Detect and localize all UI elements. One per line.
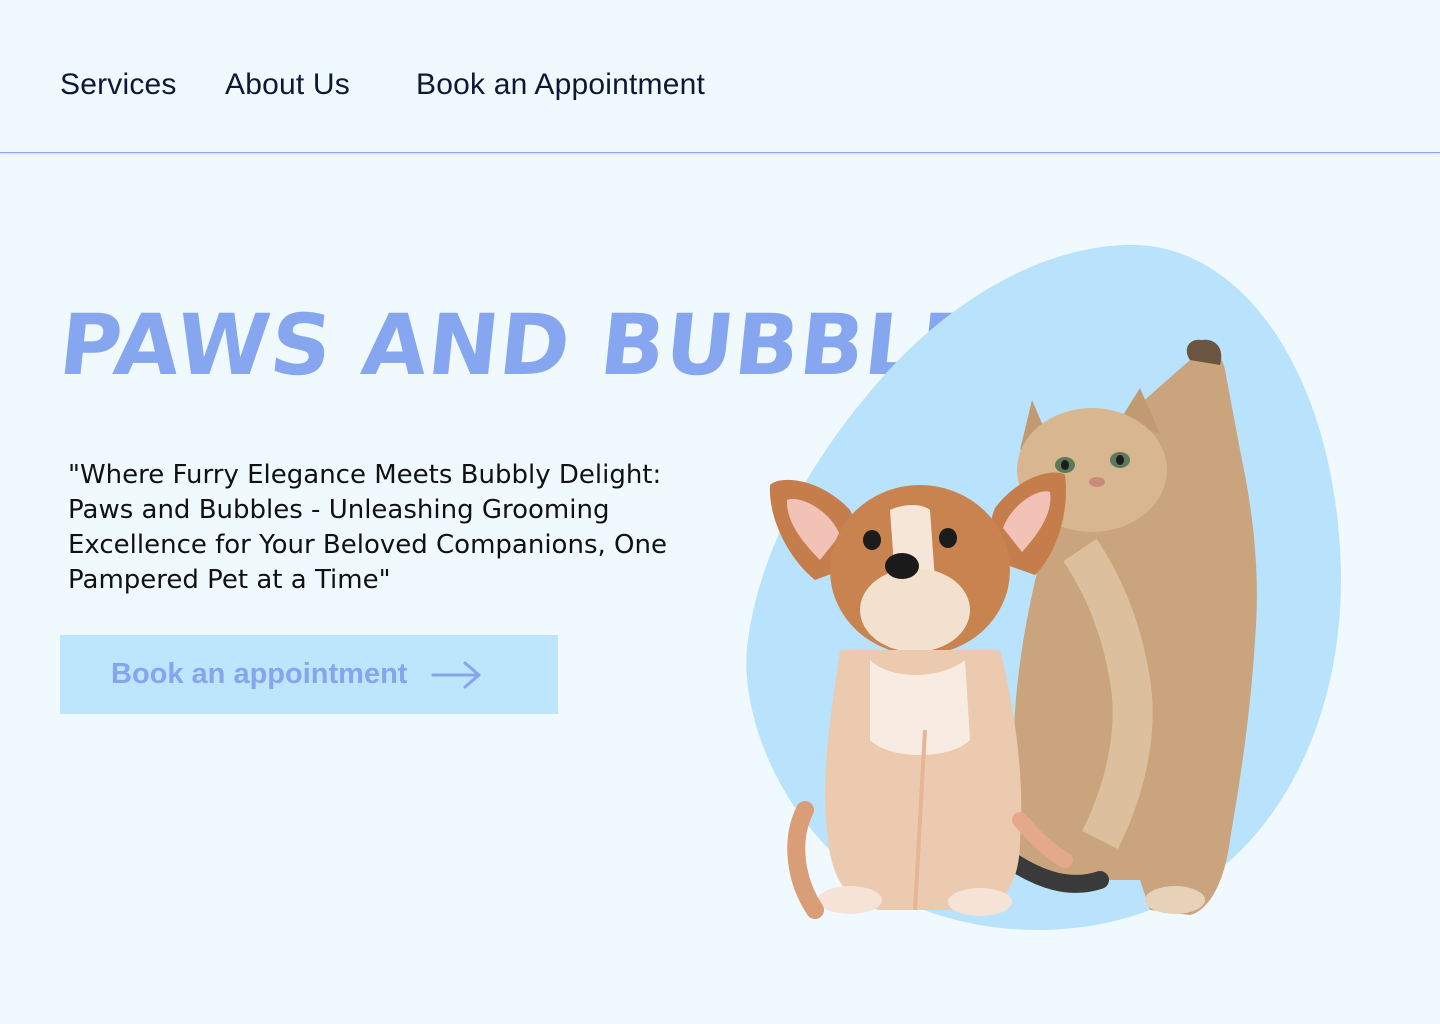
arrow-right-icon	[431, 660, 483, 690]
nav-link-book-appointment[interactable]: Book an Appointment	[416, 68, 705, 102]
hero-illustration	[720, 220, 1400, 960]
book-appointment-button[interactable]: Book an appointment	[60, 635, 558, 714]
book-appointment-button-label: Book an appointment	[111, 658, 408, 690]
hero-tagline: "Where Furry Elegance Meets Bubbly Delig…	[68, 460, 667, 595]
nav-link-about-us[interactable]: About Us	[225, 68, 350, 102]
nav-link-services[interactable]: Services	[60, 68, 177, 102]
cat-illustration	[1001, 339, 1257, 915]
top-navigation-bar: Services About Us Book an Appointment	[0, 0, 1440, 153]
